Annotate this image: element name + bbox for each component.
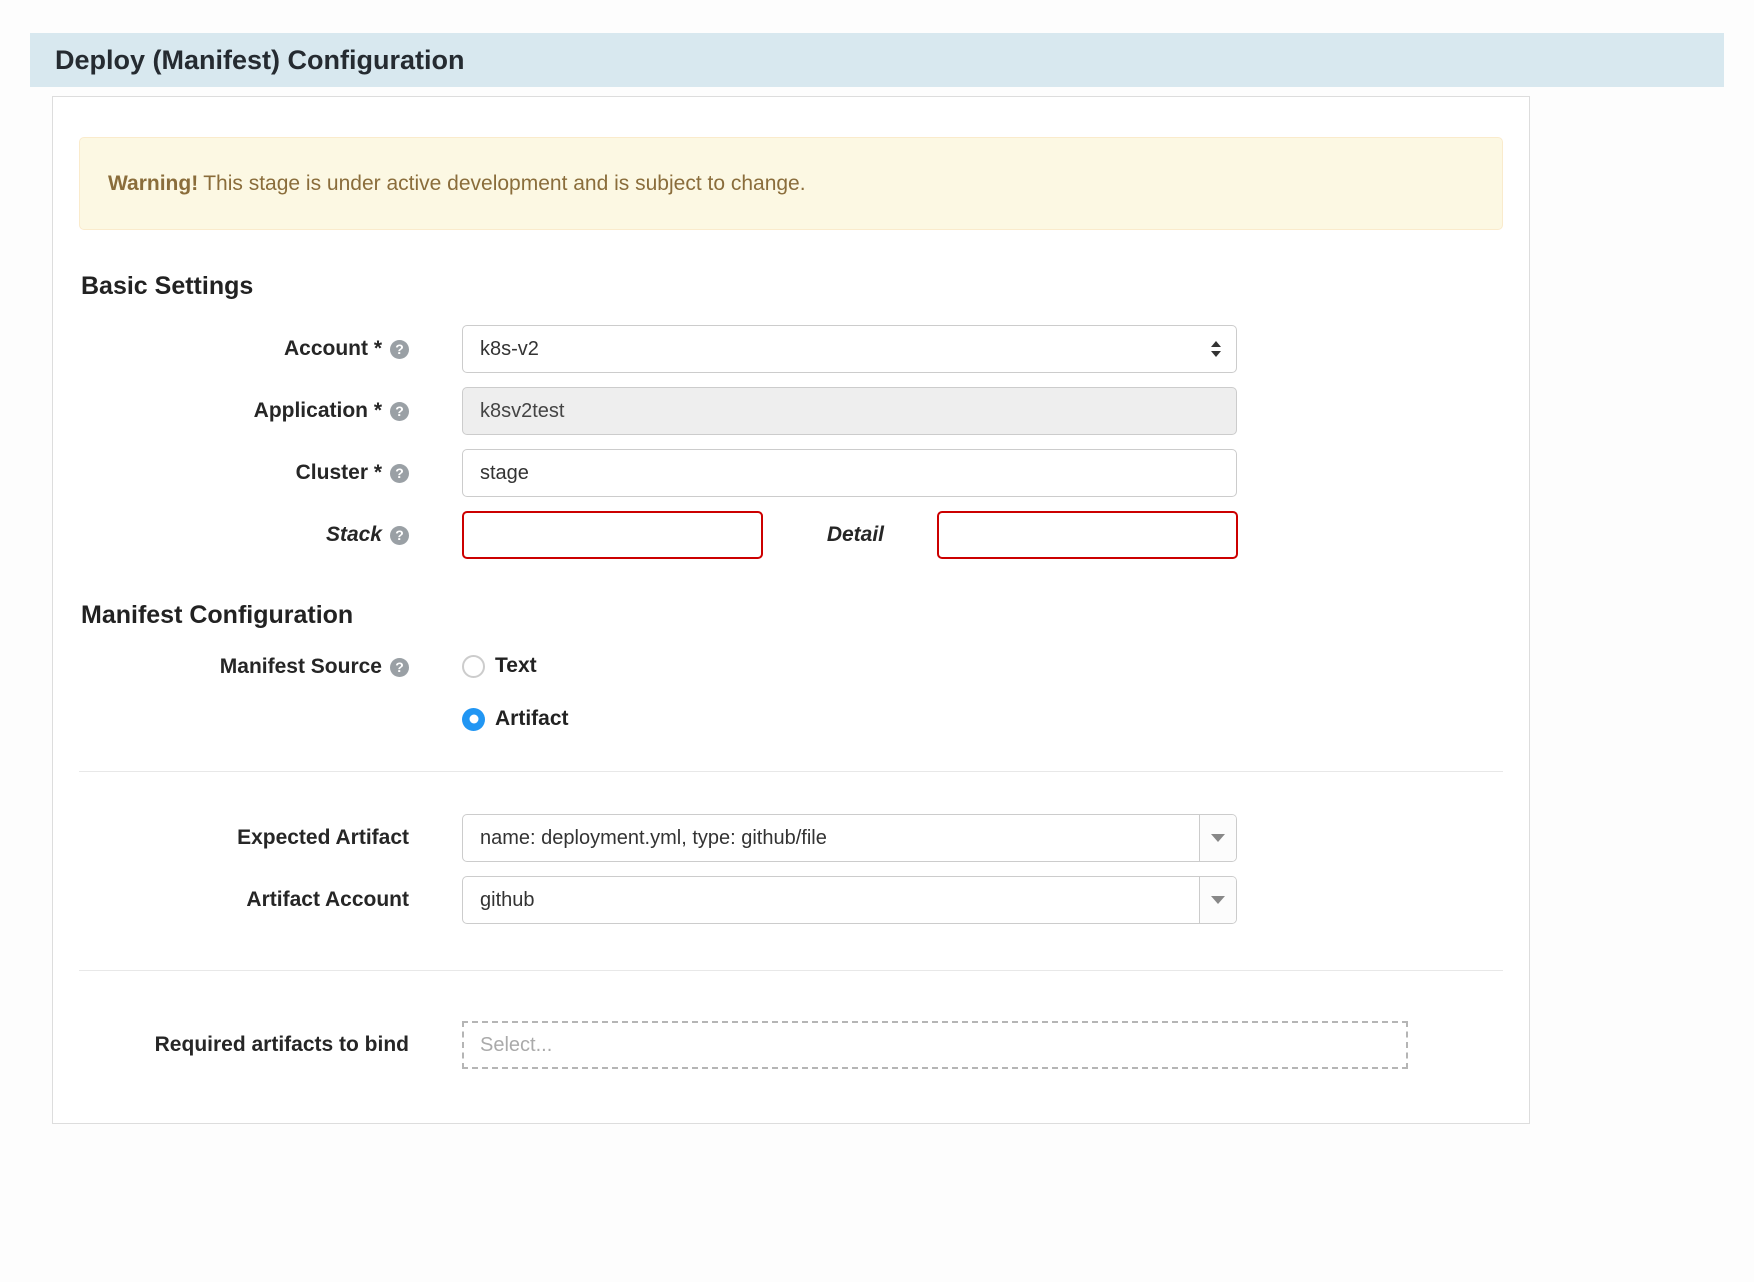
divider xyxy=(79,771,1503,772)
stack-detail-row: Stack ? Detail xyxy=(79,511,1503,559)
artifact-account-row: Artifact Account github xyxy=(79,876,1503,924)
application-row: Application * ? xyxy=(79,387,1503,435)
manifest-source-label: Manifest Source xyxy=(220,655,382,679)
artifact-account-select[interactable]: github xyxy=(462,876,1237,924)
caret-down-icon[interactable] xyxy=(1199,877,1236,923)
select-arrows-icon xyxy=(1211,341,1221,357)
cluster-label: Cluster * xyxy=(296,461,382,485)
artifact-account-label: Artifact Account xyxy=(246,888,409,912)
manifest-source-label-cell: Manifest Source ? xyxy=(79,655,409,679)
application-input-cell xyxy=(462,387,1237,435)
expected-artifact-label-cell: Expected Artifact xyxy=(79,826,409,850)
application-field xyxy=(462,387,1237,435)
application-label: Application * xyxy=(254,399,382,423)
radio-option-text[interactable]: Text xyxy=(462,654,569,678)
artifact-account-value: github xyxy=(463,877,1199,923)
radio-artifact-label: Artifact xyxy=(495,707,569,731)
cluster-input-cell xyxy=(462,449,1237,497)
cluster-row: Cluster * ? xyxy=(79,449,1503,497)
manifest-source-row: Manifest Source ? Text Artifact xyxy=(79,654,1503,731)
help-icon[interactable]: ? xyxy=(390,658,409,677)
panel-header: Deploy (Manifest) Configuration xyxy=(30,33,1724,87)
page-title: Deploy (Manifest) Configuration xyxy=(55,45,464,76)
required-artifacts-label-cell: Required artifacts to bind xyxy=(79,1033,409,1057)
account-label: Account * xyxy=(284,337,382,361)
caret-down-icon[interactable] xyxy=(1199,815,1236,861)
detail-field[interactable] xyxy=(937,511,1238,559)
artifact-account-input-cell: github xyxy=(462,876,1237,924)
application-label-cell: Application * ? xyxy=(79,399,409,423)
stack-label: Stack xyxy=(326,523,382,547)
help-icon[interactable]: ? xyxy=(390,526,409,545)
required-artifacts-select[interactable]: Select... xyxy=(462,1021,1408,1069)
cluster-field[interactable] xyxy=(462,449,1237,497)
expected-artifact-row: Expected Artifact name: deployment.yml, … xyxy=(79,814,1503,862)
manifest-source-input-cell: Text Artifact xyxy=(462,654,569,731)
expected-artifact-select[interactable]: name: deployment.yml, type: github/file xyxy=(462,814,1237,862)
required-artifacts-input-cell: Select... xyxy=(462,1021,1408,1069)
help-icon[interactable]: ? xyxy=(390,340,409,359)
stack-detail-input-cell: Detail xyxy=(462,511,1238,559)
warning-label: Warning! xyxy=(108,172,198,195)
radio-option-artifact[interactable]: Artifact xyxy=(462,707,569,731)
radio-unselected-icon[interactable] xyxy=(462,655,485,678)
artifact-account-label-cell: Artifact Account xyxy=(79,888,409,912)
detail-label: Detail xyxy=(763,523,884,547)
account-input-cell: k8s-v2 xyxy=(462,325,1237,373)
section-basic-settings: Basic Settings xyxy=(81,272,1503,301)
radio-selected-icon[interactable] xyxy=(462,708,485,731)
warning-alert: Warning!This stage is under active devel… xyxy=(79,137,1503,230)
required-artifacts-row: Required artifacts to bind Select... xyxy=(79,1021,1503,1069)
radio-text-label: Text xyxy=(495,654,537,678)
config-panel: Warning!This stage is under active devel… xyxy=(52,96,1530,1124)
expected-artifact-input-cell: name: deployment.yml, type: github/file xyxy=(462,814,1237,862)
help-icon[interactable]: ? xyxy=(390,464,409,483)
manifest-source-radio-group: Text Artifact xyxy=(462,654,569,731)
account-select-value: k8s-v2 xyxy=(480,338,539,361)
required-artifacts-placeholder: Select... xyxy=(480,1034,552,1057)
divider xyxy=(79,970,1503,971)
section-manifest-configuration: Manifest Configuration xyxy=(81,601,1503,630)
stack-field[interactable] xyxy=(462,511,763,559)
page: Deploy (Manifest) Configuration Warning!… xyxy=(0,0,1754,1282)
required-artifacts-label: Required artifacts to bind xyxy=(155,1033,409,1057)
warning-text: This stage is under active development a… xyxy=(203,172,805,195)
account-label-cell: Account * ? xyxy=(79,337,409,361)
account-select[interactable]: k8s-v2 xyxy=(462,325,1237,373)
account-row: Account * ? k8s-v2 xyxy=(79,325,1503,373)
cluster-label-cell: Cluster * ? xyxy=(79,461,409,485)
help-icon[interactable]: ? xyxy=(390,402,409,421)
expected-artifact-label: Expected Artifact xyxy=(237,826,409,850)
expected-artifact-value: name: deployment.yml, type: github/file xyxy=(463,815,1199,861)
stack-label-cell: Stack ? xyxy=(79,523,409,547)
